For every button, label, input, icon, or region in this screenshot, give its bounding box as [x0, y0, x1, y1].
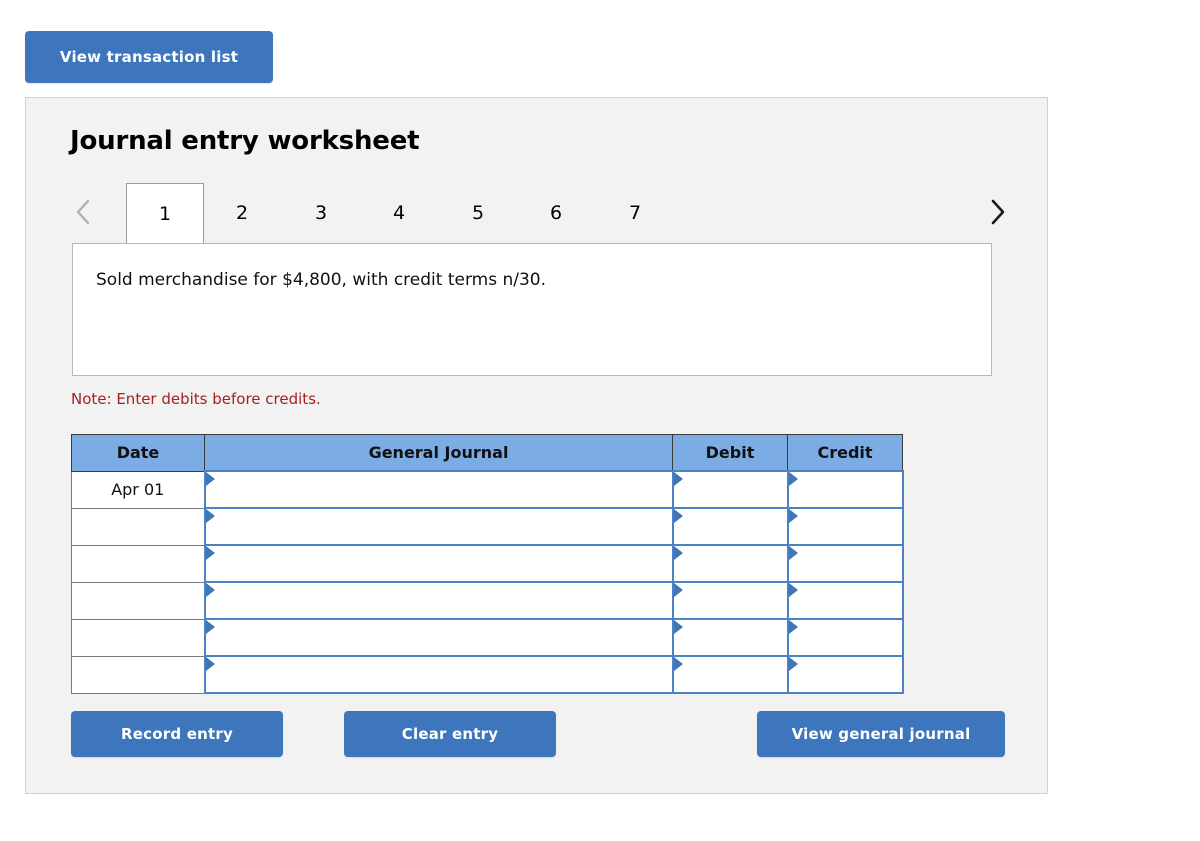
dropdown-marker-icon: [788, 657, 798, 671]
worksheet-tab-1[interactable]: 1: [126, 183, 204, 243]
worksheet-tab-4[interactable]: 4: [369, 183, 429, 243]
dropdown-marker-icon: [205, 509, 215, 523]
worksheet-tab-bar: 1 2 3 4 5 6 7: [70, 183, 1010, 245]
worksheet-tab-7[interactable]: 7: [605, 183, 665, 243]
general-journal-input[interactable]: [203, 544, 674, 583]
table-row: [71, 655, 904, 694]
dropdown-marker-icon: [673, 509, 683, 523]
view-transaction-list-button[interactable]: View transaction list: [25, 31, 273, 83]
journal-entry-table: Date General Journal Debit Credit Apr 01: [71, 434, 904, 694]
general-journal-input[interactable]: [203, 655, 674, 694]
credit-input[interactable]: [786, 655, 904, 694]
dropdown-marker-icon: [205, 657, 215, 671]
dropdown-marker-icon: [788, 620, 798, 634]
chevron-right-icon[interactable]: [984, 195, 1010, 229]
debit-input[interactable]: [671, 544, 789, 583]
dropdown-marker-icon: [673, 546, 683, 560]
transaction-description-panel: Sold merchandise for $4,800, with credit…: [72, 243, 992, 376]
credit-input[interactable]: [786, 618, 904, 657]
credit-input[interactable]: [786, 544, 904, 583]
table-row: [71, 544, 904, 583]
transaction-description-text: Sold merchandise for $4,800, with credit…: [96, 270, 547, 290]
date-cell[interactable]: [71, 545, 205, 583]
credit-input[interactable]: [786, 470, 904, 509]
debit-input[interactable]: [671, 470, 789, 509]
dropdown-marker-icon: [205, 546, 215, 560]
dropdown-marker-icon: [788, 472, 798, 486]
date-cell[interactable]: [71, 508, 205, 546]
credit-input[interactable]: [786, 507, 904, 546]
view-general-journal-button[interactable]: View general journal: [757, 711, 1005, 757]
table-row: [71, 581, 904, 620]
dropdown-marker-icon: [205, 583, 215, 597]
debits-before-credits-note: Note: Enter debits before credits.: [71, 390, 321, 408]
worksheet-tab-6[interactable]: 6: [526, 183, 586, 243]
date-cell[interactable]: [71, 582, 205, 620]
column-header-debit: Debit: [672, 434, 788, 472]
date-cell[interactable]: Apr 01: [71, 470, 205, 509]
dropdown-marker-icon: [673, 583, 683, 597]
debit-input[interactable]: [671, 507, 789, 546]
date-cell[interactable]: [71, 619, 205, 657]
debit-input[interactable]: [671, 655, 789, 694]
general-journal-input[interactable]: [203, 618, 674, 657]
dropdown-marker-icon: [673, 472, 683, 486]
general-journal-input[interactable]: [203, 470, 674, 509]
column-header-credit: Credit: [787, 434, 903, 472]
dropdown-marker-icon: [205, 472, 215, 486]
column-header-general-journal: General Journal: [204, 434, 673, 472]
table-header-row: Date General Journal Debit Credit: [71, 434, 903, 472]
debit-input[interactable]: [671, 581, 789, 620]
table-row: Apr 01: [71, 470, 904, 509]
worksheet-tab-2[interactable]: 2: [212, 183, 272, 243]
general-journal-input[interactable]: [203, 507, 674, 546]
date-cell[interactable]: [71, 656, 205, 694]
record-entry-button[interactable]: Record entry: [71, 711, 283, 757]
debit-input[interactable]: [671, 618, 789, 657]
chevron-left-icon[interactable]: [70, 195, 96, 229]
dropdown-marker-icon: [788, 546, 798, 560]
table-row: [71, 618, 904, 657]
general-journal-input[interactable]: [203, 581, 674, 620]
clear-entry-button[interactable]: Clear entry: [344, 711, 556, 757]
page-title: Journal entry worksheet: [70, 126, 420, 156]
dropdown-marker-icon: [673, 620, 683, 634]
dropdown-marker-icon: [788, 583, 798, 597]
dropdown-marker-icon: [205, 620, 215, 634]
dropdown-marker-icon: [673, 657, 683, 671]
worksheet-tab-5[interactable]: 5: [448, 183, 508, 243]
dropdown-marker-icon: [788, 509, 798, 523]
worksheet-tab-3[interactable]: 3: [291, 183, 351, 243]
journal-entry-worksheet-panel: Journal entry worksheet 1 2 3 4 5 6 7 So…: [25, 97, 1048, 794]
credit-input[interactable]: [786, 581, 904, 620]
table-row: [71, 507, 904, 546]
column-header-date: Date: [71, 434, 205, 472]
